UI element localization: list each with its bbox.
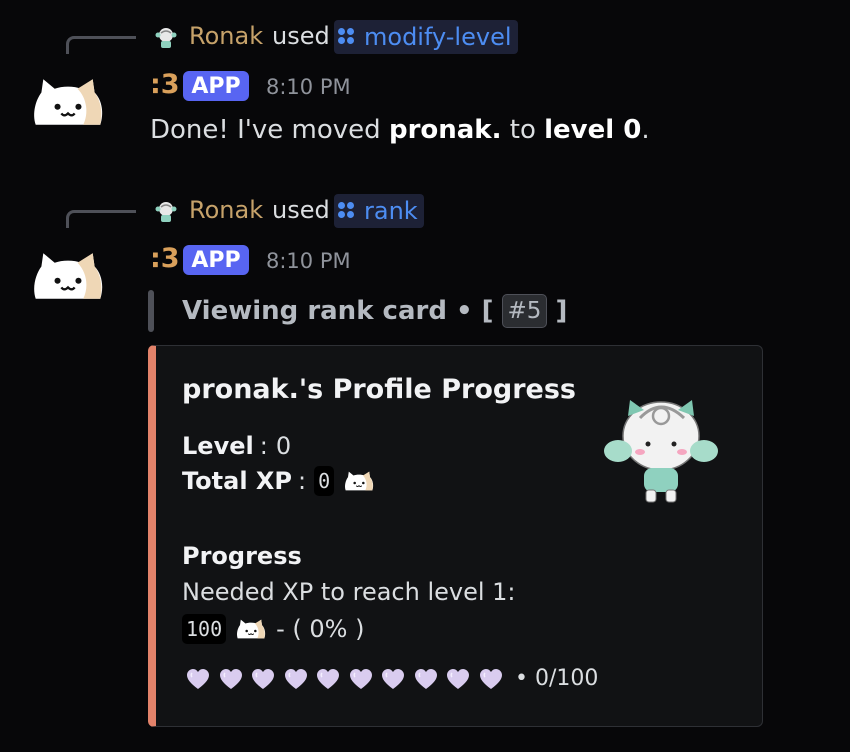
reply-used-text: used — [272, 22, 330, 50]
heart-icon — [219, 668, 243, 690]
heart-icon — [251, 668, 275, 690]
heart-icon — [349, 668, 373, 690]
reply-username[interactable]: Ronak — [189, 22, 263, 50]
progress-heading: Progress — [182, 542, 302, 570]
command-mention-rank[interactable]: rank — [334, 194, 424, 228]
level-value: 0 — [275, 432, 292, 460]
profile-thumbnail[interactable] — [600, 396, 722, 506]
heart-icon — [446, 668, 470, 690]
bot-avatar[interactable] — [30, 248, 106, 304]
reply-username[interactable]: Ronak — [189, 196, 263, 224]
cat-icon — [234, 618, 268, 640]
content-text: . — [641, 115, 650, 145]
progress-count: • 0/100 — [515, 666, 599, 691]
needed-xp-text: Needed XP to reach level 1: — [182, 578, 516, 606]
slash-command-icon — [338, 202, 356, 220]
progress-hearts: • 0/100 — [186, 666, 598, 691]
progress-label: Progress — [182, 542, 302, 570]
cat-icon — [342, 470, 376, 492]
quote-bracket: ] — [555, 296, 568, 326]
blockquote-text: Viewing rank card • [ #5 ] — [182, 294, 567, 328]
heart-icon — [284, 668, 308, 690]
timestamp[interactable]: 8:10 PM — [266, 249, 351, 273]
needed-xp-value: 100 — [182, 614, 227, 644]
level-label: Level — [182, 432, 254, 460]
command-name: rank — [364, 197, 418, 225]
reply-avatar-icon[interactable] — [155, 27, 177, 49]
total-xp-separator: : — [298, 467, 307, 495]
heart-icon — [316, 668, 340, 690]
author-name[interactable]: :3 — [150, 69, 180, 100]
channel-number-chip[interactable]: #5 — [501, 294, 548, 328]
heart-icon — [414, 668, 438, 690]
total-xp-field: Total XP : 0 — [182, 466, 376, 496]
level-separator: : — [259, 432, 268, 460]
content-text: Done! I've moved — [150, 115, 389, 145]
content-username: pronak. — [388, 115, 502, 145]
heart-icon — [479, 668, 503, 690]
content-text: to — [501, 115, 545, 145]
content-level: level 0 — [544, 115, 642, 145]
level-field: Level : 0 — [182, 432, 291, 460]
reply-connector — [66, 210, 136, 228]
reply-avatar-icon[interactable] — [155, 201, 177, 223]
heart-icon — [381, 668, 405, 690]
total-xp-label: Total XP — [182, 467, 293, 495]
message-content: Done! I've moved pronak. to level 0. — [150, 115, 650, 145]
bot-avatar[interactable] — [30, 74, 106, 130]
embed-title: pronak.'s Profile Progress — [182, 374, 576, 405]
author-name[interactable]: :3 — [150, 243, 180, 274]
rank-embed: pronak.'s Profile Progress Level : 0 Tot… — [148, 345, 763, 727]
app-badge: APP — [183, 245, 249, 275]
quote-label: Viewing rank card • [ — [182, 296, 494, 326]
app-badge: APP — [183, 71, 249, 101]
heart-icon — [186, 668, 210, 690]
total-xp-value: 0 — [314, 466, 335, 496]
needed-xp-row: 100 - ( 0% ) — [182, 614, 364, 644]
progress-percent: - ( 0% ) — [276, 615, 365, 643]
reply-used-text: used — [272, 196, 330, 224]
heart-row — [186, 668, 511, 690]
command-mention-modify-level[interactable]: modify-level — [334, 20, 518, 54]
reply-connector — [66, 36, 136, 54]
command-name: modify-level — [364, 23, 512, 51]
timestamp[interactable]: 8:10 PM — [266, 75, 351, 99]
slash-command-icon — [338, 28, 356, 46]
blockquote-bar — [148, 290, 154, 332]
